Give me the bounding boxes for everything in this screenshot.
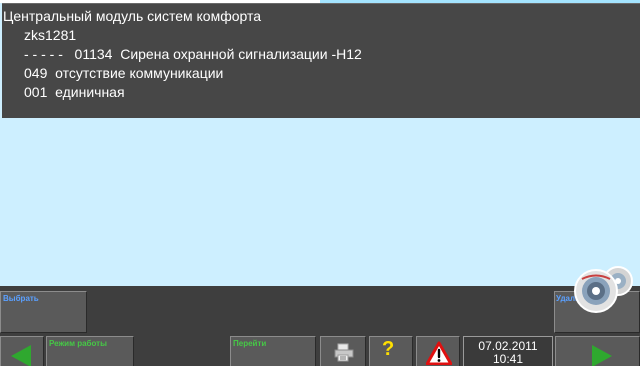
control-unit-code: zks1281	[24, 27, 77, 43]
warning-icon	[426, 341, 452, 365]
printer-icon	[334, 343, 354, 362]
print-button[interactable]	[320, 336, 366, 366]
select-button-label: Выбрать	[3, 294, 39, 303]
warning-button[interactable]	[416, 336, 460, 366]
fault-code-line: - - - - - 01134 Сирена охранной сигнализ…	[24, 46, 362, 62]
goto-button[interactable]: Перейти	[230, 336, 316, 366]
forward-arrow-icon	[592, 345, 612, 366]
back-arrow-icon	[11, 345, 31, 366]
operating-mode-button[interactable]: Режим работы	[46, 336, 134, 366]
fault-type-line: 049 отсутствие коммуникации	[24, 65, 224, 81]
control-unit-title: Центральный модуль систем комфорта	[3, 8, 262, 24]
workspace-area	[0, 118, 640, 286]
fault-frequency-line: 001 единичная	[24, 84, 125, 100]
select-button[interactable]: Выбрать	[0, 291, 87, 333]
operating-mode-label: Режим работы	[49, 339, 107, 348]
back-button[interactable]	[0, 336, 44, 366]
forward-button[interactable]	[555, 336, 640, 366]
help-button[interactable]: ?	[369, 336, 413, 366]
fault-details-panel: Центральный модуль систем комфорта zks12…	[2, 3, 640, 118]
goto-button-label: Перейти	[233, 339, 267, 348]
date-time-display: 07.02.2011 10:41	[463, 336, 553, 366]
time-text: 10:41	[492, 352, 524, 366]
bottom-toolbar: Выбрать Удалить Режим работы Перейти ? 0…	[0, 286, 640, 366]
disc-icon[interactable]	[572, 264, 636, 320]
help-icon: ?	[382, 338, 395, 360]
